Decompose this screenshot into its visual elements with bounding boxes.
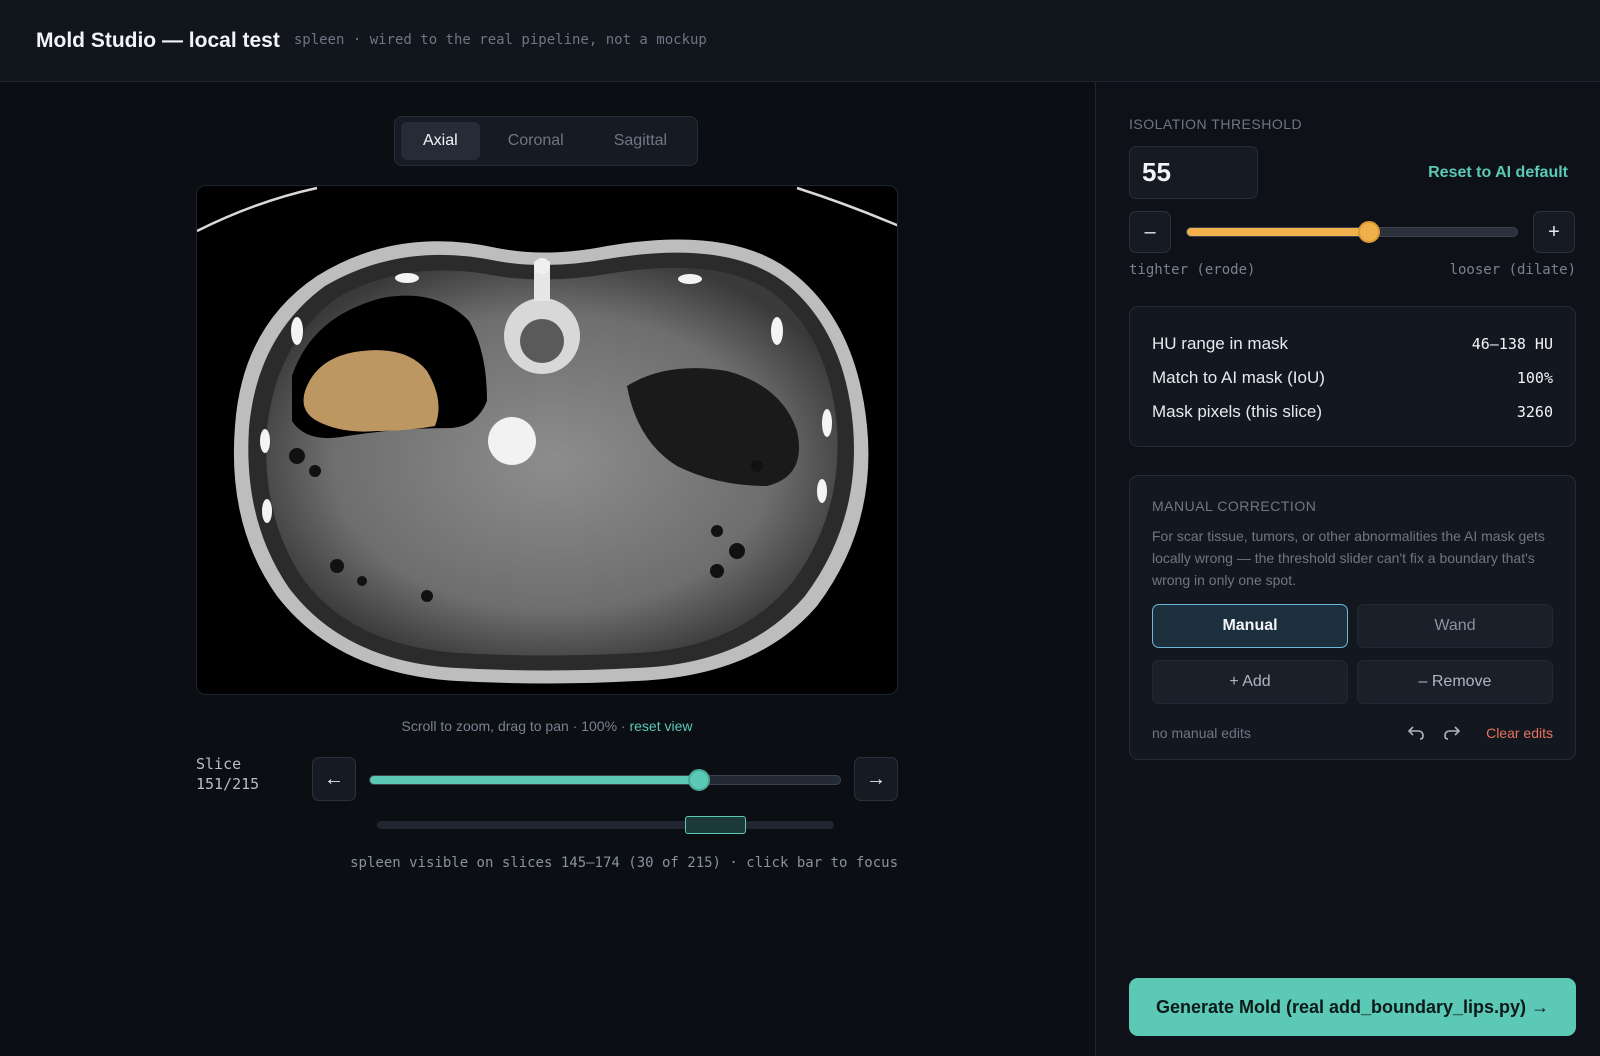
threshold-increase-button[interactable]: + bbox=[1533, 211, 1575, 253]
arrow-left-icon: ← bbox=[324, 767, 344, 790]
mask-stats-card: HU range in mask 46–138 HU Match to AI m… bbox=[1129, 306, 1576, 447]
minus-icon: – bbox=[1144, 220, 1156, 243]
stat-hu-range: HU range in mask 46–138 HU bbox=[1152, 327, 1553, 361]
generate-mold-button[interactable]: Generate Mold (real add_boundary_lips.py… bbox=[1129, 978, 1576, 1036]
tighter-caption: tighter (erode) bbox=[1129, 262, 1256, 278]
arrow-right-icon: → bbox=[866, 767, 886, 790]
app-subtitle: spleen · wired to the real pipeline, not… bbox=[293, 31, 707, 48]
manual-correction-description: For scar tissue, tumors, or other abnorm… bbox=[1152, 528, 1545, 588]
redo-button[interactable] bbox=[1439, 719, 1465, 745]
stat-label: HU range in mask bbox=[1152, 334, 1289, 353]
stat-mask-pixels: Mask pixels (this slice) 3260 bbox=[1152, 395, 1553, 429]
ct-scan-viewport[interactable] bbox=[196, 185, 898, 695]
view-tabs: Axial Coronal Sagittal bbox=[394, 116, 698, 166]
clear-edits-button[interactable]: Clear edits bbox=[1486, 725, 1553, 741]
undo-icon bbox=[1407, 726, 1424, 740]
threshold-label: ISOLATION THRESHOLD bbox=[1129, 116, 1303, 132]
next-slice-button[interactable]: → bbox=[854, 757, 898, 801]
tab-coronal[interactable]: Coronal bbox=[486, 122, 586, 160]
slice-value: 151/215 bbox=[196, 775, 260, 793]
undo-button[interactable] bbox=[1403, 719, 1429, 745]
threshold-value-input[interactable]: 55 bbox=[1129, 146, 1258, 199]
slice-indicator: Slice 151/215 bbox=[196, 754, 259, 794]
stat-value: 46–138 HU bbox=[1471, 335, 1553, 353]
reset-view-link[interactable]: reset view bbox=[629, 718, 692, 734]
stat-iou: Match to AI mask (IoU) 100% bbox=[1152, 361, 1553, 395]
manual-correction-title: MANUAL CORRECTION bbox=[1152, 498, 1317, 514]
threshold-decrease-button[interactable]: – bbox=[1129, 211, 1171, 253]
slice-label: Slice bbox=[196, 755, 242, 773]
tab-sagittal[interactable]: Sagittal bbox=[592, 122, 689, 160]
edits-status: no manual edits bbox=[1152, 725, 1251, 741]
remove-region-button[interactable]: – Remove bbox=[1357, 660, 1553, 704]
zoom-hint-text: Scroll to zoom, drag to pan · 100% · bbox=[401, 718, 630, 734]
app-title: Mold Studio — local test bbox=[36, 28, 280, 52]
plus-icon: + bbox=[1548, 220, 1560, 243]
organ-range-bar[interactable] bbox=[377, 816, 834, 834]
threshold-slider-thumb[interactable] bbox=[1357, 221, 1380, 243]
zoom-hint: Scroll to zoom, drag to pan · 100% · res… bbox=[196, 718, 898, 734]
ct-axial-slice-image bbox=[197, 186, 897, 694]
redo-icon bbox=[1444, 726, 1461, 740]
app-header: Mold Studio — local test spleen · wired … bbox=[0, 0, 1600, 82]
add-region-button[interactable]: + Add bbox=[1152, 660, 1348, 704]
organ-range-highlight[interactable] bbox=[684, 816, 747, 834]
prev-slice-button[interactable]: ← bbox=[312, 757, 356, 801]
slice-slider-fill bbox=[370, 776, 700, 784]
stat-label: Mask pixels (this slice) bbox=[1152, 402, 1323, 421]
threshold-slider[interactable] bbox=[1186, 221, 1518, 243]
manual-mode-button[interactable]: Manual bbox=[1152, 604, 1348, 648]
slice-slider[interactable] bbox=[369, 769, 841, 791]
wand-mode-button[interactable]: Wand bbox=[1357, 604, 1553, 648]
stat-label: Match to AI mask (IoU) bbox=[1152, 368, 1325, 387]
stat-value: 100% bbox=[1516, 369, 1553, 387]
manual-correction-card: MANUAL CORRECTION For scar tissue, tumor… bbox=[1129, 475, 1576, 760]
threshold-slider-fill bbox=[1187, 228, 1369, 236]
organ-range-hint: spleen visible on slices 145–174 (30 of … bbox=[350, 855, 898, 871]
looser-caption: looser (dilate) bbox=[1449, 262, 1576, 278]
stat-value: 3260 bbox=[1516, 403, 1553, 421]
tab-axial[interactable]: Axial bbox=[401, 122, 480, 160]
reset-ai-default-button[interactable]: Reset to AI default bbox=[1428, 164, 1568, 182]
